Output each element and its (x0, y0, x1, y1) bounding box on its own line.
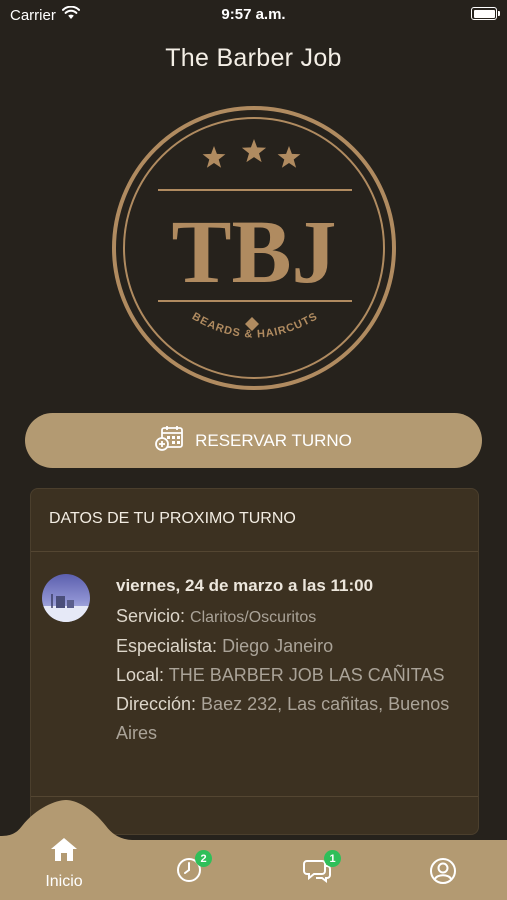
calendar-add-icon (155, 425, 185, 456)
home-icon (50, 836, 78, 867)
tab-messages[interactable]: 1 (303, 850, 341, 888)
logo-initials: TBJ (171, 203, 336, 302)
reserve-button-label: RESERVAR TURNO (195, 430, 352, 450)
reserve-button[interactable]: RESERVAR TURNO (25, 413, 482, 468)
address-label: Dirección: (116, 694, 197, 714)
location-label: Local: (116, 665, 165, 685)
next-appointment-card: DATOS DE TU PROXIMO TURNO viernes, 24 de… (30, 488, 479, 835)
battery-indicator (471, 6, 500, 20)
appointment-details: viernes, 24 de marzo a las 11:00 Servici… (116, 574, 456, 748)
specialist-value: Diego Janeiro (222, 636, 334, 656)
user-icon (429, 857, 457, 890)
specialist-label: Especialista: (116, 636, 218, 656)
specialist-row: Especialista: Diego Janeiro (116, 632, 456, 661)
status-bar: Carrier 9:57 a.m. (0, 0, 507, 30)
tab-history[interactable]: 2 (176, 850, 212, 888)
appointment-date: viernes, 24 de marzo a las 11:00 (116, 576, 374, 595)
clock-icon: 2 (176, 850, 212, 888)
location-value: THE BARBER JOB LAS CAÑITAS (168, 665, 445, 685)
service-value: Claritos/Oscuritos (190, 609, 317, 626)
battery-icon (471, 7, 500, 20)
history-badge: 2 (195, 850, 212, 867)
page-title: The Barber Job (165, 44, 342, 72)
location-row: Local: THE BARBER JOB LAS CAÑITAS (116, 661, 456, 690)
messages-badge: 1 (324, 850, 341, 867)
chat-icon: 1 (303, 850, 341, 888)
status-time: 9:57 a.m. (221, 6, 286, 23)
address-row: Dirección: Baez 232, Las cañitas, Buenos… (116, 690, 456, 748)
tab-inicio[interactable]: Inicio (34, 836, 94, 891)
tab-inicio-label: Inicio (45, 873, 83, 890)
tab-profile[interactable] (429, 857, 457, 890)
service-row: Servicio: Claritos/Oscuritos (116, 602, 456, 632)
card-title: DATOS DE TU PROXIMO TURNO (31, 489, 478, 552)
brand-logo: TBJ BEARDS & HAIRCUTS (110, 104, 398, 392)
service-label: Servicio: (116, 606, 186, 626)
avatar (42, 574, 90, 622)
tab-bar: Inicio 2 1 (0, 790, 507, 900)
